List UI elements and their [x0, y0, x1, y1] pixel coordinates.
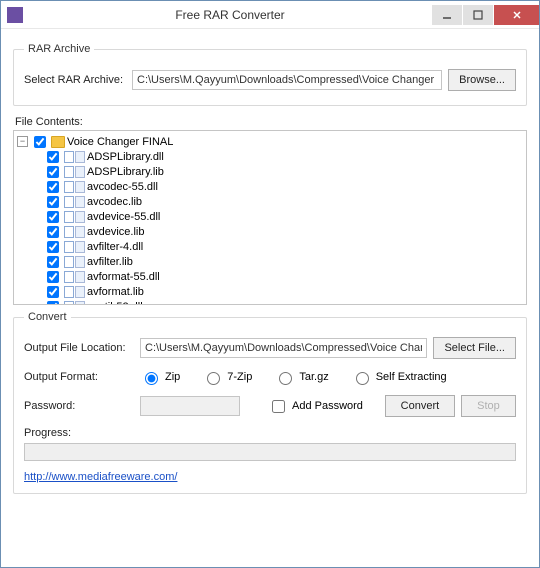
- item-label: avformat.lib: [87, 286, 144, 298]
- tree-item[interactable]: avfilter-4.dll: [43, 239, 523, 254]
- tree-item[interactable]: avcodec-55.dll: [43, 179, 523, 194]
- tree-item[interactable]: avformat-55.dll: [43, 269, 523, 284]
- format-radio[interactable]: [279, 372, 292, 385]
- file-icon: [64, 241, 85, 253]
- tree-item[interactable]: avdevice-55.dll: [43, 209, 523, 224]
- close-button[interactable]: [494, 5, 539, 25]
- tree-item[interactable]: avutil-52.dll: [43, 299, 523, 305]
- browse-button[interactable]: Browse...: [448, 69, 516, 91]
- item-checkbox[interactable]: [47, 241, 59, 253]
- file-icon: [64, 166, 85, 178]
- format-option[interactable]: Self Extracting: [351, 369, 447, 385]
- item-checkbox[interactable]: [47, 286, 59, 298]
- progress-bar: [24, 443, 516, 461]
- format-option[interactable]: 7-Zip: [202, 369, 252, 385]
- file-icon: [64, 271, 85, 283]
- item-label: avcodec-55.dll: [87, 181, 158, 193]
- select-archive-label: Select RAR Archive:: [24, 74, 126, 86]
- window-title: Free RAR Converter: [29, 8, 431, 22]
- progress-label: Progress:: [24, 427, 516, 439]
- item-label: ADSPLibrary.lib: [87, 166, 164, 178]
- tree-item[interactable]: ADSPLibrary.lib: [43, 164, 523, 179]
- maximize-button[interactable]: [463, 5, 493, 25]
- output-format-label: Output Format:: [24, 371, 134, 383]
- item-label: avutil-52.dll: [87, 301, 143, 306]
- tree-item[interactable]: avdevice.lib: [43, 224, 523, 239]
- tree-root[interactable]: − Voice Changer FINAL: [17, 134, 523, 149]
- footer-link[interactable]: http://www.mediafreeware.com/: [24, 471, 177, 483]
- tree-item[interactable]: avcodec.lib: [43, 194, 523, 209]
- file-icon: [64, 226, 85, 238]
- item-checkbox[interactable]: [47, 196, 59, 208]
- item-checkbox[interactable]: [47, 271, 59, 283]
- format-label: Tar.gz: [299, 371, 328, 383]
- item-checkbox[interactable]: [47, 256, 59, 268]
- password-input: [140, 396, 240, 416]
- item-label: avcodec.lib: [87, 196, 142, 208]
- file-icon: [64, 196, 85, 208]
- root-label: Voice Changer FINAL: [67, 136, 173, 148]
- app-icon: [7, 7, 23, 23]
- item-checkbox[interactable]: [47, 181, 59, 193]
- add-password-label: Add Password: [292, 400, 363, 412]
- item-checkbox[interactable]: [47, 151, 59, 163]
- format-radio[interactable]: [207, 372, 220, 385]
- format-radio[interactable]: [145, 372, 158, 385]
- select-file-button[interactable]: Select File...: [433, 337, 516, 359]
- format-radio[interactable]: [356, 372, 369, 385]
- tree-item[interactable]: avfilter.lib: [43, 254, 523, 269]
- root-checkbox[interactable]: [34, 136, 46, 148]
- item-label: avformat-55.dll: [87, 271, 160, 283]
- item-checkbox[interactable]: [47, 301, 59, 306]
- item-label: ADSPLibrary.dll: [87, 151, 164, 163]
- file-icon: [64, 151, 85, 163]
- tree-item[interactable]: ADSPLibrary.dll: [43, 149, 523, 164]
- format-label: Self Extracting: [376, 371, 447, 383]
- file-icon: [64, 286, 85, 298]
- convert-group: Convert Output File Location: Select Fil…: [13, 311, 527, 494]
- file-contents-label: File Contents:: [15, 116, 527, 128]
- rar-archive-legend: RAR Archive: [24, 43, 94, 55]
- item-checkbox[interactable]: [47, 226, 59, 238]
- output-location-label: Output File Location:: [24, 342, 134, 354]
- minimize-button[interactable]: [432, 5, 462, 25]
- item-label: avdevice.lib: [87, 226, 144, 238]
- convert-legend: Convert: [24, 311, 71, 323]
- collapse-icon[interactable]: −: [17, 136, 28, 147]
- folder-icon: [51, 136, 65, 148]
- item-label: avfilter.lib: [87, 256, 133, 268]
- file-icon: [64, 301, 85, 306]
- format-label: 7-Zip: [227, 371, 252, 383]
- item-label: avdevice-55.dll: [87, 211, 160, 223]
- tree-item[interactable]: avformat.lib: [43, 284, 523, 299]
- add-password-checkbox[interactable]: [272, 400, 285, 413]
- item-label: avfilter-4.dll: [87, 241, 143, 253]
- archive-path-input[interactable]: [132, 70, 442, 90]
- format-option[interactable]: Tar.gz: [274, 369, 328, 385]
- file-icon: [64, 211, 85, 223]
- format-option[interactable]: Zip: [140, 369, 180, 385]
- item-checkbox[interactable]: [47, 211, 59, 223]
- rar-archive-group: RAR Archive Select RAR Archive: Browse..…: [13, 43, 527, 106]
- file-tree[interactable]: − Voice Changer FINAL ADSPLibrary.dll ADS…: [13, 130, 527, 305]
- file-icon: [64, 256, 85, 268]
- titlebar: Free RAR Converter: [1, 1, 539, 29]
- password-label: Password:: [24, 400, 134, 412]
- file-icon: [64, 181, 85, 193]
- output-path-input[interactable]: [140, 338, 427, 358]
- format-label: Zip: [165, 371, 180, 383]
- convert-button[interactable]: Convert: [385, 395, 455, 417]
- item-checkbox[interactable]: [47, 166, 59, 178]
- stop-button: Stop: [461, 395, 516, 417]
